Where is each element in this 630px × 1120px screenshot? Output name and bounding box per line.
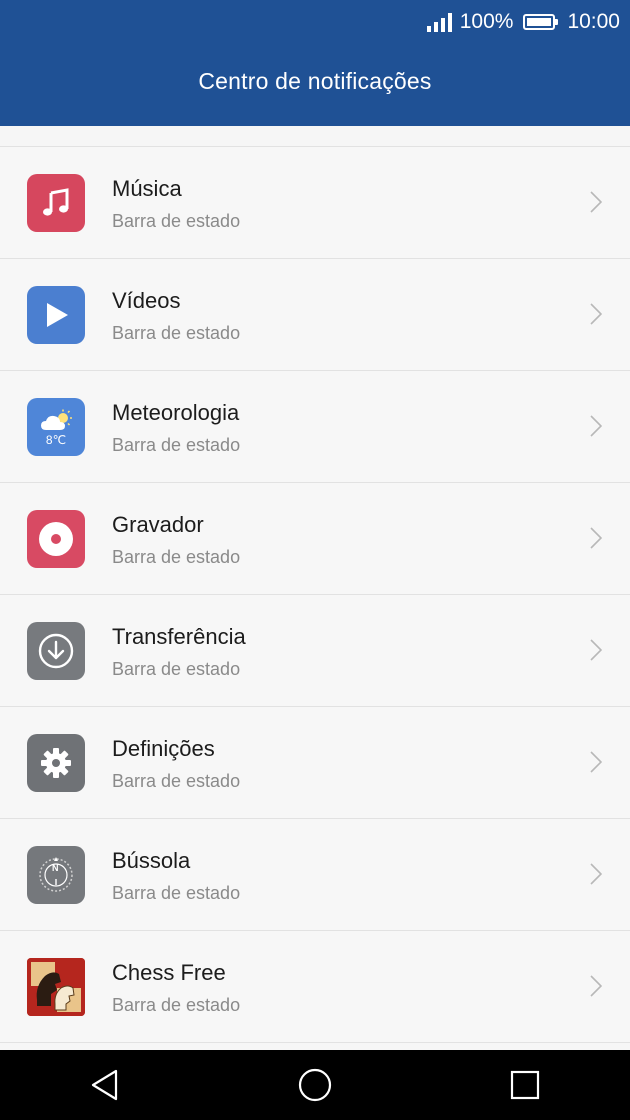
weather-icon: 8℃ [27,398,85,456]
chevron-right-icon [590,415,602,437]
list-item-videos[interactable]: Vídeos Barra de estado [0,259,630,371]
gear-icon [27,734,85,792]
app-subtitle: Barra de estado [112,435,241,455]
clock: 10:00 [567,10,620,33]
compass-icon: N [27,846,85,904]
app-name: Definições [112,736,215,761]
compass-north-label: N [52,863,59,873]
app-subtitle: Barra de estado [112,883,241,903]
chevron-right-icon [590,751,602,773]
signal-icon [426,12,452,32]
recorder-icon [27,510,85,568]
home-icon [298,1068,332,1102]
page-title: Centro de notificações [198,68,432,94]
chevron-right-icon [590,639,602,661]
recents-icon [510,1070,540,1100]
app-name: Música [112,176,182,201]
app-subtitle: Barra de estado [112,547,241,567]
list-item-gravador[interactable]: Gravador Barra de estado [0,483,630,595]
app-name: Chess Free [112,960,226,985]
back-button[interactable] [75,1055,135,1115]
list-item-bussola[interactable]: N Bússola Barra de estado [0,819,630,931]
download-icon [27,622,85,680]
list-item-chess-free[interactable]: Chess Free Barra de estado [0,931,630,1043]
app-header: 100% 10:00 Centro de notificações [0,0,630,126]
app-name: Meteorologia [112,400,240,425]
recents-button[interactable] [495,1055,555,1115]
home-button[interactable] [285,1055,345,1115]
app-subtitle: Barra de estado [112,211,241,231]
chevron-right-icon [590,527,602,549]
app-list: Música Barra de estado Vídeos Barra de e… [0,146,630,1043]
navigation-bar [0,1050,630,1120]
chess-knight-icon [27,958,85,1016]
app-name: Gravador [112,512,204,537]
music-icon [27,174,85,232]
app-subtitle: Barra de estado [112,659,241,679]
chevron-right-icon [590,975,602,997]
list-item-definicoes[interactable]: Definições Barra de estado [0,707,630,819]
list-item-meteorologia[interactable]: 8℃ Meteorologia Barra de estado [0,371,630,483]
back-icon [91,1069,118,1101]
app-name: Bússola [112,848,191,873]
weather-temp: 8℃ [45,432,67,447]
chevron-right-icon [590,303,602,325]
app-subtitle: Barra de estado [112,771,241,791]
status-bar: 100% 10:00 [426,8,620,36]
chevron-right-icon [590,191,602,213]
battery-icon [523,14,559,30]
battery-percent: 100% [459,10,514,33]
list-item-transferencia[interactable]: Transferência Barra de estado [0,595,630,707]
app-name: Transferência [112,624,246,649]
list-item-musica[interactable]: Música Barra de estado [0,147,630,259]
app-subtitle: Barra de estado [112,995,241,1015]
app-name: Vídeos [112,288,181,313]
app-subtitle: Barra de estado [112,323,241,343]
chevron-right-icon [590,863,602,885]
video-play-icon [27,286,85,344]
